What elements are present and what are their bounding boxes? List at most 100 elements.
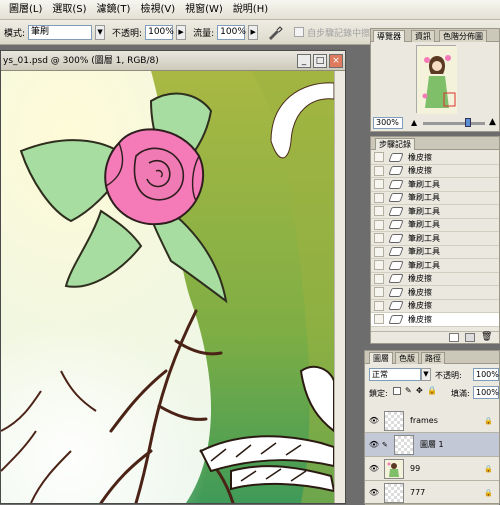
tab-paths[interactable]: 路徑	[421, 352, 445, 364]
image-canvas[interactable]	[1, 71, 334, 503]
zoom-in-icon[interactable]: ▲	[489, 117, 496, 127]
menu-help[interactable]: 說明(H)	[228, 1, 273, 19]
eye-icon[interactable]: 👁	[368, 463, 380, 475]
menu-filter[interactable]: 濾鏡(T)	[92, 1, 136, 19]
layer-thumbnail	[384, 458, 404, 479]
history-item[interactable]: 筆刷工具	[371, 178, 499, 192]
history-snapshot-checkbox[interactable]	[374, 233, 384, 244]
zoom-input[interactable]: 300%	[373, 117, 403, 129]
airbrush-icon[interactable]	[267, 25, 283, 40]
eraser-icon	[388, 166, 404, 176]
history-snapshot-checkbox[interactable]	[374, 206, 384, 217]
erase-history-checkbox[interactable]	[294, 27, 305, 37]
history-snapshot-checkbox[interactable]	[374, 219, 384, 230]
document-title: ys_01.psd @ 300% (圖層 1, RGB/8)	[3, 56, 159, 66]
mode-dropdown-icon[interactable]: ▼	[95, 24, 106, 40]
tab-info[interactable]: 資訊	[411, 30, 435, 42]
brush-icon	[388, 206, 404, 216]
tab-histogram[interactable]: 色階分佈圖	[439, 30, 487, 42]
lock-transparency-icon[interactable]	[393, 387, 401, 395]
layer-opacity-label: 不透明:	[435, 371, 462, 380]
layer-list: 👁 frames 🔒 👁 ✎ 圖層 1 👁 99 🔒 👁 777 🔒	[365, 403, 499, 505]
artwork-illustration	[1, 71, 334, 503]
zoom-slider-thumb[interactable]	[465, 118, 471, 127]
history-state-marker[interactable]	[374, 314, 384, 325]
zoom-slider[interactable]	[423, 122, 485, 125]
layer-thumbnail	[394, 434, 414, 455]
tab-navigator[interactable]: 導覽器	[373, 30, 405, 42]
history-snapshot-checkbox[interactable]	[374, 260, 384, 271]
fill-input[interactable]: 100%	[473, 386, 499, 399]
flow-arrow-icon[interactable]: ▶	[248, 24, 259, 40]
flow-input[interactable]: 100%	[217, 24, 246, 40]
layer-name: frames	[410, 416, 438, 425]
vertical-scrollbar[interactable]	[334, 71, 345, 503]
eye-icon[interactable]: 👁	[368, 487, 380, 499]
history-item[interactable]: 橡皮擦	[371, 300, 499, 313]
layer-lock-icon: 🔒	[484, 464, 493, 473]
eye-icon[interactable]: 👁	[368, 439, 380, 451]
history-item[interactable]: 筆刷工具	[371, 219, 499, 232]
history-footer: 🗑	[371, 331, 499, 343]
minimize-button[interactable]: _	[297, 54, 311, 68]
maximize-button[interactable]: □	[313, 54, 327, 68]
history-item[interactable]: 橡皮擦	[371, 286, 499, 300]
layer-row-layer1-selected[interactable]: 👁 ✎ 圖層 1	[365, 433, 499, 457]
history-item[interactable]: 筆刷工具	[371, 232, 499, 246]
history-snapshot-checkbox[interactable]	[374, 192, 384, 203]
lock-all-icon[interactable]: 🔒	[427, 386, 437, 395]
lock-position-icon[interactable]: ✥	[416, 386, 423, 395]
history-item[interactable]: 橡皮擦	[371, 165, 499, 178]
history-snapshot-checkbox[interactable]	[374, 300, 384, 311]
history-snapshot-checkbox[interactable]	[374, 165, 384, 176]
new-document-icon[interactable]	[465, 333, 475, 342]
history-item[interactable]: 橡皮擦	[371, 273, 499, 286]
layer-name: 99	[410, 464, 421, 473]
layer-name: 圖層 1	[420, 440, 444, 449]
history-item-current[interactable]: 橡皮擦	[371, 313, 499, 327]
history-item[interactable]: 筆刷工具	[371, 205, 499, 219]
layer-opacity-input[interactable]: 100%	[473, 368, 499, 381]
layer-thumbnail	[384, 482, 404, 503]
menu-window[interactable]: 視窗(W)	[180, 1, 228, 19]
history-snapshot-checkbox[interactable]	[374, 273, 384, 284]
opacity-input[interactable]: 100%	[145, 24, 174, 40]
brush-active-icon: ✎	[382, 440, 388, 449]
rose-shape	[104, 128, 205, 226]
navigator-thumbnail[interactable]	[416, 45, 457, 114]
menu-view[interactable]: 檢視(V)	[135, 1, 180, 19]
eraser-icon	[388, 301, 404, 311]
trash-icon[interactable]: 🗑	[481, 332, 492, 342]
eraser-icon	[388, 274, 404, 284]
history-list: 橡皮擦 橡皮擦 筆刷工具 筆刷工具 筆刷工具 筆刷工具 筆刷工具 筆刷工具 筆刷…	[371, 151, 499, 331]
menu-select[interactable]: 選取(S)	[47, 1, 91, 19]
history-snapshot-checkbox[interactable]	[374, 152, 384, 163]
blend-mode-dropdown-icon[interactable]: ▼	[421, 368, 431, 381]
opacity-arrow-icon[interactable]: ▶	[176, 24, 187, 40]
zoom-out-icon[interactable]: ▲	[411, 118, 417, 127]
new-snapshot-icon[interactable]	[449, 333, 459, 342]
history-item[interactable]: 筆刷工具	[371, 192, 499, 205]
erase-history-label: 自步驟記錄中擦除	[307, 28, 380, 39]
eye-icon[interactable]: 👁	[368, 415, 380, 427]
document-title-bar[interactable]: ys_01.psd @ 300% (圖層 1, RGB/8)	[1, 51, 345, 71]
history-snapshot-checkbox[interactable]	[374, 246, 384, 257]
blend-mode-select[interactable]: 正常	[369, 368, 421, 381]
close-button[interactable]: ×	[329, 54, 343, 68]
history-item[interactable]: 筆刷工具	[371, 246, 499, 259]
history-snapshot-checkbox[interactable]	[374, 287, 384, 298]
layer-row-99[interactable]: 👁 99 🔒	[365, 457, 499, 481]
layer-row-777[interactable]: 👁 777 🔒	[365, 481, 499, 505]
eraser-icon	[388, 152, 404, 162]
mode-select[interactable]: 筆刷	[28, 24, 93, 40]
tab-history[interactable]: 步驟記錄	[375, 138, 415, 150]
tab-layers[interactable]: 圖層	[369, 352, 393, 364]
menu-layer[interactable]: 圖層(L)	[4, 1, 47, 19]
lock-pixels-icon[interactable]: ✎	[405, 386, 412, 395]
history-item[interactable]: 橡皮擦	[371, 151, 499, 165]
tab-channels[interactable]: 色版	[395, 352, 419, 364]
layer-thumbnail	[384, 410, 404, 431]
layer-row-frames[interactable]: 👁 frames 🔒	[365, 409, 499, 433]
history-item[interactable]: 筆刷工具	[371, 259, 499, 273]
history-snapshot-checkbox[interactable]	[374, 179, 384, 190]
